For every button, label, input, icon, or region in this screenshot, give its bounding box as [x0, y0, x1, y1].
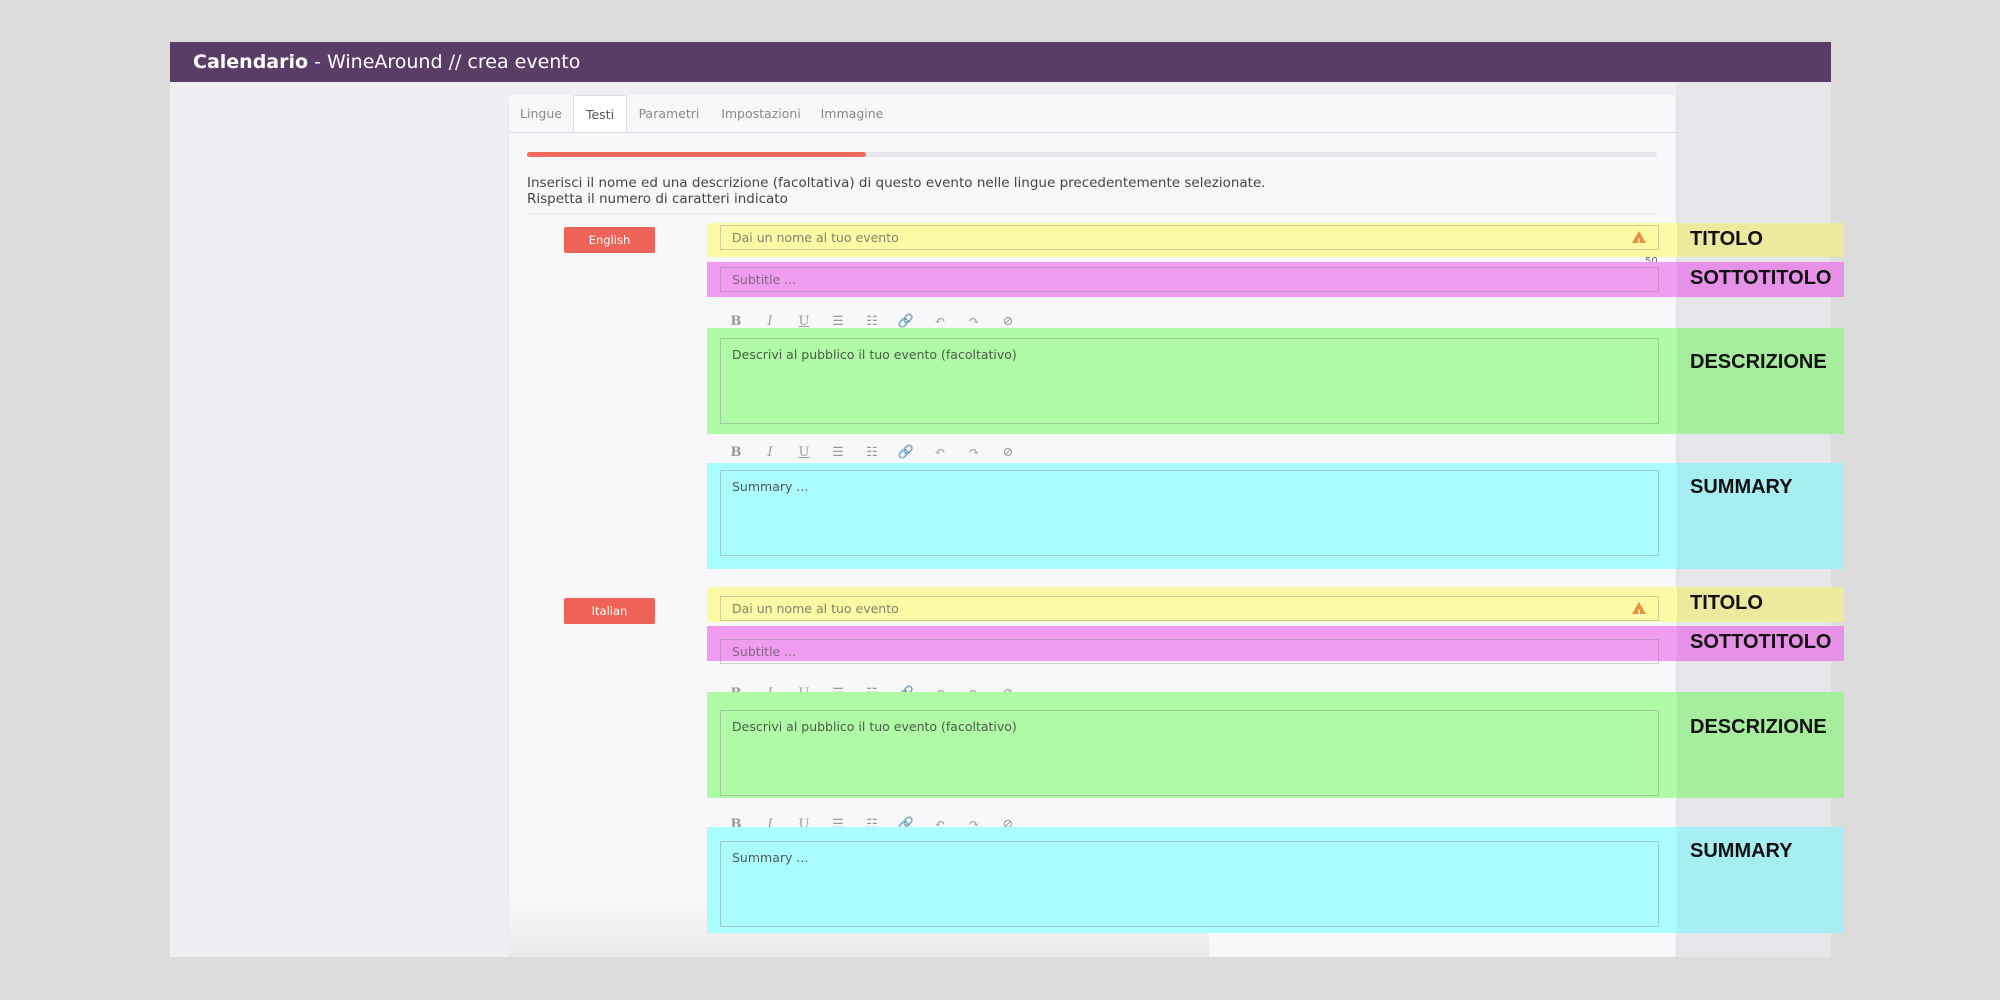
language-button-english[interactable]: English: [564, 227, 655, 253]
annotation-sottotitolo: SOTTOTITOLO: [1690, 631, 1832, 653]
subtitle-input-italian[interactable]: Subtitle ...: [720, 639, 1659, 664]
summary-editor-english[interactable]: Summary ...: [720, 470, 1659, 556]
tab-testi[interactable]: Testi: [573, 95, 627, 132]
title-input-italian[interactable]: Dai un nome al tuo evento: [720, 596, 1659, 626]
annotation-sottotitolo: SOTTOTITOLO: [1690, 267, 1832, 289]
tab-lingue[interactable]: Lingue: [509, 95, 573, 132]
annotation-titolo: TITOLO: [1690, 592, 1763, 614]
description-editor-english[interactable]: Descrivi al pubblico il tuo evento (faco…: [720, 338, 1659, 424]
language-button-italian[interactable]: Italian: [564, 598, 655, 624]
warning-icon: [1632, 231, 1646, 255]
title-app-name: Calendario: [193, 51, 309, 73]
annotation-summary: SUMMARY: [1690, 476, 1793, 498]
title-rest: - WineAround // crea evento: [308, 51, 581, 73]
progress-bar: [527, 152, 1657, 157]
title-bar: Calendario - WineAround // crea evento: [170, 42, 1831, 82]
annotation-descrizione: DESCRIZIONE: [1690, 716, 1827, 738]
intro-line-2: Rispetta il numero di caratteri indicato: [527, 191, 788, 207]
summary-editor-italian[interactable]: Summary ...: [720, 841, 1659, 927]
progress-fill: [527, 152, 866, 157]
subtitle-input-english[interactable]: Subtitle ...: [720, 267, 1659, 292]
annotation-descrizione: DESCRIZIONE: [1690, 351, 1827, 373]
title-placeholder: Dai un nome al tuo evento: [732, 601, 899, 616]
tab-bar: Lingue Testi Parametri Impostazioni Imma…: [509, 95, 1676, 133]
title-input-english[interactable]: Dai un nome al tuo evento: [720, 225, 1659, 255]
warning-icon: [1632, 602, 1646, 626]
tab-impostazioni[interactable]: Impostazioni: [711, 95, 811, 132]
intro-line-1: Inserisci il nome ed una descrizione (fa…: [527, 175, 1266, 191]
description-editor-italian[interactable]: Descrivi al pubblico il tuo evento (faco…: [720, 710, 1659, 796]
intro-text: Inserisci il nome ed una descrizione (fa…: [527, 175, 1266, 207]
annotation-titolo: TITOLO: [1690, 228, 1763, 250]
title-placeholder: Dai un nome al tuo evento: [732, 230, 899, 245]
annotation-summary: SUMMARY: [1690, 840, 1793, 862]
tab-parametri[interactable]: Parametri: [627, 95, 711, 132]
divider: [527, 213, 1657, 214]
tab-immagine[interactable]: Immagine: [811, 95, 893, 132]
